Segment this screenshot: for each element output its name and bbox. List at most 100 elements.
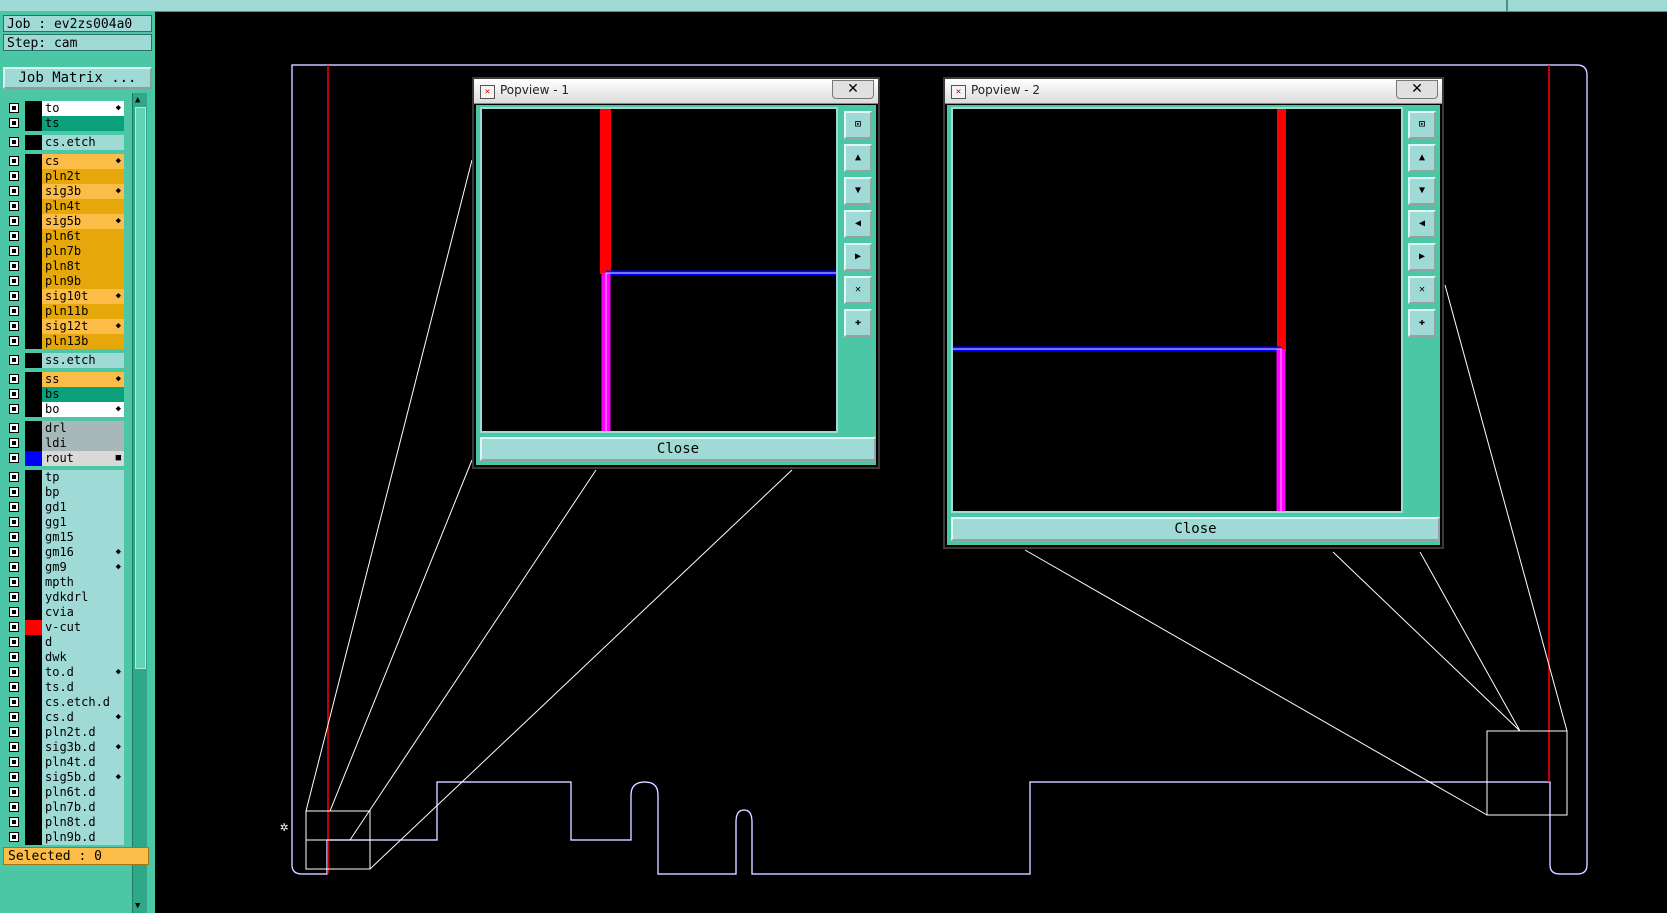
layer-checkbox[interactable]: [9, 712, 19, 722]
layer-row-to[interactable]: to ◆: [5, 101, 124, 117]
layer-checkbox[interactable]: [9, 502, 19, 512]
layer-name[interactable]: ldi: [42, 436, 124, 451]
layer-color-swatch[interactable]: [25, 154, 42, 169]
layer-color-swatch[interactable]: [25, 421, 42, 436]
layer-checkbox[interactable]: [9, 389, 19, 399]
layer-checkbox[interactable]: [9, 423, 19, 433]
layer-row-pln7b[interactable]: pln7b: [5, 244, 124, 260]
layer-row-cvia[interactable]: cvia: [5, 605, 124, 621]
layer-name[interactable]: v-cut: [42, 620, 124, 635]
layer-name[interactable]: sig3b ◆: [42, 184, 124, 199]
popview-viewport[interactable]: [480, 107, 838, 433]
layer-name[interactable]: sig5b ◆: [42, 214, 124, 229]
layer-checkbox[interactable]: [9, 261, 19, 271]
layer-checkbox[interactable]: [9, 201, 19, 211]
layer-color-swatch[interactable]: [25, 665, 42, 680]
layer-checkbox[interactable]: [9, 321, 19, 331]
layer-name[interactable]: to.d ◆: [42, 665, 124, 680]
layer-row-gm15[interactable]: gm15: [5, 530, 124, 546]
layer-name[interactable]: sig5b.d ◆: [42, 770, 124, 785]
layer-name[interactable]: pln6t.d: [42, 785, 124, 800]
layer-row-sig3b-d[interactable]: sig3b.d ◆: [5, 740, 124, 756]
layer-checkbox[interactable]: [9, 547, 19, 557]
layer-color-swatch[interactable]: [25, 334, 42, 349]
layer-name[interactable]: cs.d ◆: [42, 710, 124, 725]
layer-row-sig5b[interactable]: sig5b ◆: [5, 214, 124, 230]
layer-checkbox[interactable]: [9, 532, 19, 542]
popview-close-button[interactable]: Close: [480, 437, 876, 461]
popview-window-2[interactable]: ✕ Popview - 2 ✕ ⊡ ▲ ▼ ◀ ▶ ✕ ✚ Close: [943, 77, 1444, 549]
layer-name[interactable]: pln4t: [42, 199, 124, 214]
layer-row-ts-d[interactable]: ts.d: [5, 680, 124, 696]
layer-checkbox[interactable]: [9, 336, 19, 346]
layer-name[interactable]: pln2t.d: [42, 725, 124, 740]
layer-name[interactable]: tp: [42, 470, 124, 485]
layer-color-swatch[interactable]: [25, 116, 42, 131]
layer-color-swatch[interactable]: [25, 785, 42, 800]
layer-color-swatch[interactable]: [25, 560, 42, 575]
layer-name[interactable]: pln2t: [42, 169, 124, 184]
layer-name[interactable]: bp: [42, 485, 124, 500]
popview-titlebar[interactable]: ✕ Popview - 1 ✕: [474, 79, 878, 104]
popview-window-1[interactable]: ✕ Popview - 1 ✕ ⊡ ▲ ▼ ◀ ▶ ✕ ✚ Close: [472, 77, 880, 469]
layer-row-sig10t[interactable]: sig10t ◆: [5, 289, 124, 305]
layer-checkbox[interactable]: [9, 137, 19, 147]
layer-color-swatch[interactable]: [25, 387, 42, 402]
layer-name[interactable]: mpth: [42, 575, 124, 590]
layer-row-cs[interactable]: cs ◆: [5, 154, 124, 170]
layer-row-pln8t[interactable]: pln8t: [5, 259, 124, 275]
layer-name[interactable]: cs.etch.d: [42, 695, 124, 710]
layer-checkbox[interactable]: [9, 231, 19, 241]
layer-row-cs-d[interactable]: cs.d ◆: [5, 710, 124, 726]
layer-name[interactable]: to ◆: [42, 101, 124, 116]
job-matrix-button[interactable]: Job Matrix ...: [3, 67, 152, 89]
layer-checkbox[interactable]: [9, 276, 19, 286]
layer-checkbox[interactable]: [9, 472, 19, 482]
layer-checkbox[interactable]: [9, 306, 19, 316]
layer-row-pln9b[interactable]: pln9b: [5, 274, 124, 290]
zoom-home-icon[interactable]: ⊡: [1408, 111, 1436, 139]
layer-color-swatch[interactable]: [25, 274, 42, 289]
layer-color-swatch[interactable]: [25, 304, 42, 319]
layer-name[interactable]: ss ◆: [42, 372, 124, 387]
layer-row-pln6t[interactable]: pln6t: [5, 229, 124, 245]
layer-color-swatch[interactable]: [25, 500, 42, 515]
layer-checkbox[interactable]: [9, 517, 19, 527]
layer-checkbox[interactable]: [9, 817, 19, 827]
layer-name[interactable]: rout ■: [42, 451, 124, 466]
layer-name[interactable]: pln9b: [42, 274, 124, 289]
layer-row-dwk[interactable]: dwk: [5, 650, 124, 666]
layer-color-swatch[interactable]: [25, 620, 42, 635]
layer-name[interactable]: pln8t.d: [42, 815, 124, 830]
zoom-home-icon[interactable]: ⊡: [844, 111, 872, 139]
layer-checkbox[interactable]: [9, 742, 19, 752]
pan-right-icon[interactable]: ▶: [1408, 243, 1436, 271]
popview-titlebar[interactable]: ✕ Popview - 2 ✕: [945, 79, 1442, 104]
layer-color-swatch[interactable]: [25, 740, 42, 755]
layer-color-swatch[interactable]: [25, 353, 42, 368]
layer-color-swatch[interactable]: [25, 800, 42, 815]
layer-row-bp[interactable]: bp: [5, 485, 124, 501]
pan-down-icon[interactable]: ▼: [1408, 177, 1436, 205]
layer-checkbox[interactable]: [9, 622, 19, 632]
layer-name[interactable]: sig3b.d ◆: [42, 740, 124, 755]
layer-row-tp[interactable]: tp: [5, 470, 124, 486]
layer-row-gd1[interactable]: gd1: [5, 500, 124, 516]
zoom-out-icon[interactable]: ✕: [1408, 276, 1436, 304]
layer-checkbox[interactable]: [9, 186, 19, 196]
layer-checkbox[interactable]: [9, 787, 19, 797]
layer-name[interactable]: cs.etch: [42, 135, 124, 150]
layer-checkbox[interactable]: [9, 404, 19, 414]
popview-close-button[interactable]: Close: [951, 517, 1440, 541]
layer-color-swatch[interactable]: [25, 199, 42, 214]
layer-row-bo[interactable]: bo ◆: [5, 402, 124, 418]
layer-name[interactable]: ts.d: [42, 680, 124, 695]
layer-color-swatch[interactable]: [25, 289, 42, 304]
layer-checkbox[interactable]: [9, 682, 19, 692]
layer-name[interactable]: pln11b: [42, 304, 124, 319]
layer-name[interactable]: pln6t: [42, 229, 124, 244]
layer-row-to-d[interactable]: to.d ◆: [5, 665, 124, 681]
layer-color-swatch[interactable]: [25, 470, 42, 485]
scroll-up-icon[interactable]: ▲: [135, 95, 140, 105]
pan-left-icon[interactable]: ◀: [844, 210, 872, 238]
